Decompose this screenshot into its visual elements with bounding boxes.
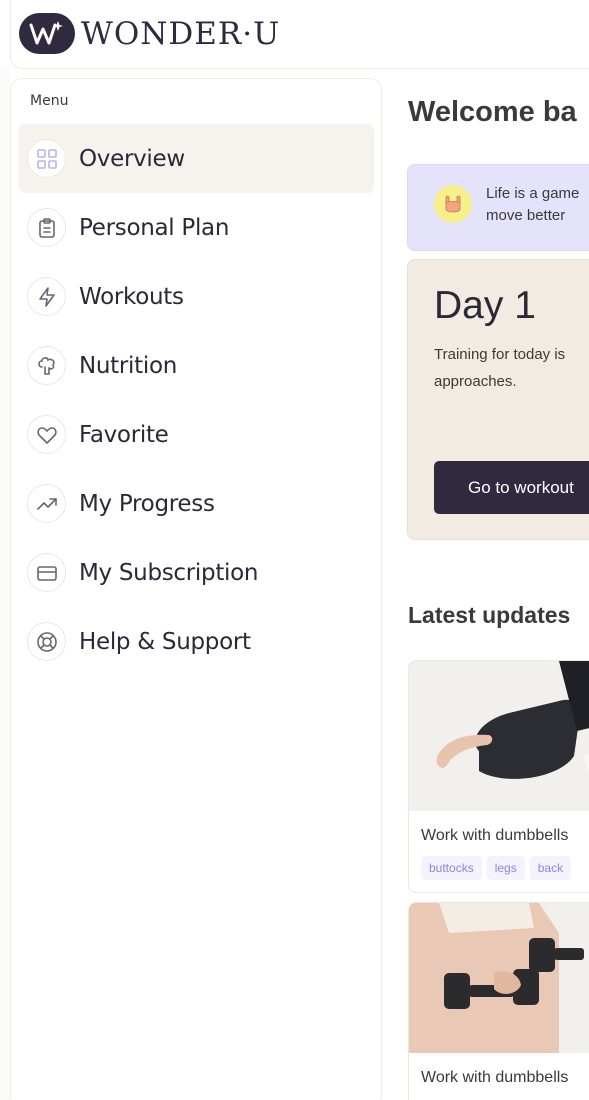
card-title: Work with dumbbells: [421, 1069, 569, 1086]
heart-icon: [27, 415, 66, 454]
sidebar-item-help-support[interactable]: Help & Support: [19, 607, 374, 676]
page-title: Welcome ba: [408, 96, 577, 128]
workout-card[interactable]: Work with dumbbells buttocks legs back: [408, 660, 589, 893]
sidebar-item-nutrition[interactable]: Nutrition: [19, 331, 374, 400]
sidebar-nav: Overview Personal Plan Workouts Nutritio…: [19, 124, 374, 676]
workout-image: [409, 903, 589, 1053]
motivation-text: Life is a game move better: [486, 183, 579, 227]
sidebar-item-workouts[interactable]: Workouts: [19, 262, 374, 331]
clipboard-icon: [27, 208, 66, 247]
workout-image: [409, 661, 589, 811]
sidebar-item-overview[interactable]: Overview: [19, 124, 374, 193]
tag-list: buttocks legs back: [421, 856, 572, 880]
rock-hand-icon: [434, 185, 472, 223]
day-description-line: Training for today is: [434, 346, 566, 363]
sidebar-item-my-progress[interactable]: My Progress: [19, 469, 374, 538]
credit-card-icon: [27, 553, 66, 592]
main-content: Welcome ba Life is a game move better Da…: [382, 69, 589, 1100]
latest-updates-title: Latest updates: [408, 602, 571, 628]
go-to-workout-button[interactable]: Go to workout: [434, 461, 589, 514]
lightning-icon: [27, 277, 66, 316]
trending-up-icon: [27, 484, 66, 523]
motivation-line: Life is a game: [486, 185, 580, 202]
sidebar-item-label: Overview: [79, 145, 185, 172]
sidebar-item-label: Nutrition: [79, 352, 178, 379]
motivation-line: move better: [486, 207, 566, 224]
brand-logo[interactable]: WONDER·U: [19, 13, 280, 54]
day-description: Training for today is approaches.: [434, 341, 589, 395]
sidebar-item-label: My Subscription: [79, 559, 259, 586]
broccoli-icon: [27, 346, 66, 385]
page-edge: [0, 69, 10, 1100]
motivation-banner: Life is a game move better: [407, 164, 589, 251]
lifebuoy-icon: [27, 622, 66, 661]
day-description-line: approaches.: [434, 373, 517, 390]
sidebar-item-label: Help & Support: [79, 628, 251, 655]
day-card: Day 1 Training for today is approaches. …: [407, 259, 589, 540]
sidebar-item-personal-plan[interactable]: Personal Plan: [19, 193, 374, 262]
menu-label: Menu: [30, 93, 69, 109]
workout-card[interactable]: Work with dumbbells: [408, 902, 589, 1100]
tag[interactable]: back: [529, 856, 572, 880]
tag[interactable]: buttocks: [421, 856, 482, 880]
sidebar: Menu Overview Personal Plan Workouts Nut…: [10, 78, 382, 1100]
sidebar-item-label: Personal Plan: [79, 214, 230, 241]
card-title: Work with dumbbells: [421, 827, 569, 844]
sidebar-item-label: Favorite: [79, 421, 169, 448]
day-title: Day 1: [434, 284, 536, 327]
grid-icon: [27, 139, 66, 178]
tag[interactable]: legs: [486, 856, 525, 880]
sidebar-item-favorite[interactable]: Favorite: [19, 400, 374, 469]
brand-name: WONDER·U: [81, 15, 281, 52]
sidebar-item-my-subscription[interactable]: My Subscription: [19, 538, 374, 607]
sidebar-item-label: My Progress: [79, 490, 215, 517]
top-header: WONDER·U: [10, 0, 589, 69]
logo-mark-icon: [19, 13, 75, 54]
sidebar-item-label: Workouts: [79, 283, 184, 310]
